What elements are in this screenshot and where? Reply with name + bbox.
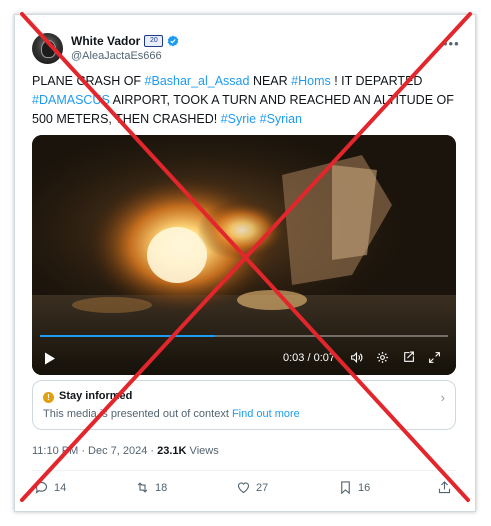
find-out-more-link[interactable]: Find out more [232,408,300,420]
hashtag-link[interactable]: #Homs [291,74,331,88]
alert-icon: ! [43,392,54,403]
reply-count: 14 [54,481,67,494]
avatar[interactable] [32,33,63,64]
action-bar: 14 18 27 16 [32,480,456,498]
video-time: 0:03 / 0:07 [283,352,335,364]
community-notice[interactable]: ! Stay informed This media is presented … [32,380,456,430]
video-progress-fill [40,335,216,337]
bookmark-count: 16 [358,481,371,494]
repost-icon [137,482,148,493]
bookmark-button[interactable]: 16 [338,480,370,495]
share-button[interactable] [437,480,452,495]
author-name-row: White Vador 20 [71,34,179,48]
author-handle[interactable]: @AleaJactaEs666 [71,50,162,62]
pop-out-icon[interactable] [402,351,415,364]
more-options-icon[interactable]: ••• [443,36,460,51]
repost-button[interactable]: 18 [135,480,167,495]
video-player[interactable]: 0:03 / 0:07 [32,135,456,375]
play-icon[interactable] [44,352,56,365]
tweet-text: PLANE CRASH OF #Bashar_al_Assad NEAR #Ho… [32,72,460,129]
tweet-text-part: PLANE CRASH OF [32,74,145,88]
like-button[interactable]: 27 [236,480,268,495]
timestamp[interactable]: 11:10 PM · Dec 7, 2024 · [32,445,157,457]
chevron-right-icon[interactable]: › [441,390,445,405]
fullscreen-icon[interactable] [428,351,441,364]
notice-title: Stay informed [59,390,133,402]
notice-body-text: This media is presented out of context [43,408,232,420]
reply-icon [35,481,48,494]
views-count: 23.1K [157,445,187,457]
tweet-text-part: ! IT DEPARTED [330,74,423,88]
bookmark-icon [341,481,350,495]
repost-count: 18 [155,481,168,494]
heart-icon [237,482,250,494]
display-name[interactable]: White Vador [71,34,140,48]
volume-icon[interactable] [350,351,363,364]
settings-gear-icon[interactable] [376,351,389,364]
verified-icon [168,35,179,47]
hashtag-link[interactable]: #Syrie [221,112,256,126]
hashtag-link[interactable]: #Syrian [260,112,302,126]
tweet-meta: 11:10 PM · Dec 7, 2024 · 23.1K Views [32,445,219,457]
notice-body: This media is presented out of context F… [43,408,300,420]
views-label: Views [186,445,219,457]
like-count: 27 [256,481,269,494]
divider [32,470,456,471]
affiliate-badge: 20 [144,35,164,47]
video-progress-bar[interactable] [40,335,448,337]
tweet-text-part: NEAR [249,74,292,88]
reply-button[interactable]: 14 [34,480,66,495]
hashtag-link[interactable]: #DAMASCUS [32,93,110,107]
video-frame [32,135,456,375]
share-icon [438,481,451,494]
hashtag-link[interactable]: #Bashar_al_Assad [145,74,250,88]
